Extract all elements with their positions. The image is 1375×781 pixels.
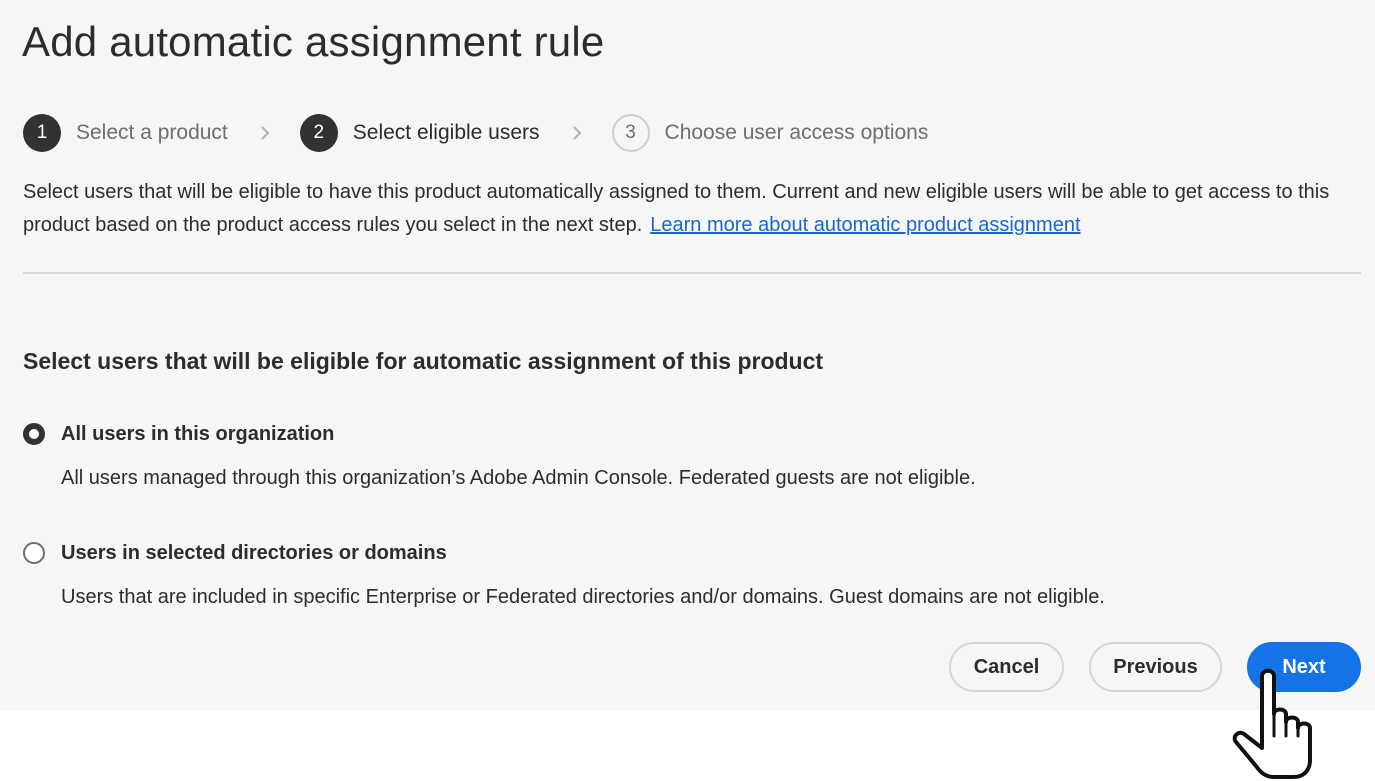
option-selected-directories-label[interactable]: Users in selected directories or domains [61, 542, 447, 565]
cancel-button[interactable]: Cancel [949, 642, 1064, 692]
previous-button[interactable]: Previous [1089, 642, 1222, 692]
chevron-right-icon [572, 126, 582, 140]
option-all-users-label[interactable]: All users in this organization [61, 423, 334, 446]
radio-selected-directories[interactable] [23, 542, 45, 564]
stepper: 1 Select a product 2 Select eligible use… [23, 114, 928, 152]
option-selected-directories: Users in selected directories or domains… [23, 540, 1105, 609]
next-button[interactable]: Next [1247, 642, 1361, 692]
section-heading: Select users that will be eligible for a… [23, 348, 824, 374]
step-3[interactable]: 3 Choose user access options [611, 114, 929, 152]
step-1-number: 1 [23, 114, 61, 152]
option-all-users-row[interactable]: All users in this organization [23, 421, 976, 447]
option-selected-directories-description: Users that are included in specific Ente… [61, 586, 1105, 608]
step-3-number: 3 [611, 114, 650, 152]
chevron-right-icon [260, 126, 270, 140]
option-all-users-description: All users managed through this organizat… [61, 467, 976, 489]
page-title: Add automatic assignment rule [22, 18, 605, 65]
option-selected-directories-row[interactable]: Users in selected directories or domains [23, 540, 1105, 566]
option-all-users: All users in this organization All users… [23, 421, 976, 490]
radio-all-users[interactable] [23, 423, 45, 445]
assignment-rule-dialog: Add automatic assignment rule 1 Select a… [0, 0, 1375, 710]
step-3-label: Choose user access options [664, 121, 929, 144]
step-2-label: Select eligible users [352, 121, 540, 144]
step-1-label: Select a product [76, 121, 228, 144]
intro-text: Select users that will be eligible to ha… [23, 176, 1363, 242]
learn-more-link[interactable]: Learn more about automatic product assig… [650, 214, 1080, 236]
divider [23, 272, 1361, 274]
step-1[interactable]: 1 Select a product [23, 114, 228, 152]
step-2[interactable]: 2 Select eligible users [299, 114, 540, 152]
step-2-number: 2 [299, 114, 338, 152]
